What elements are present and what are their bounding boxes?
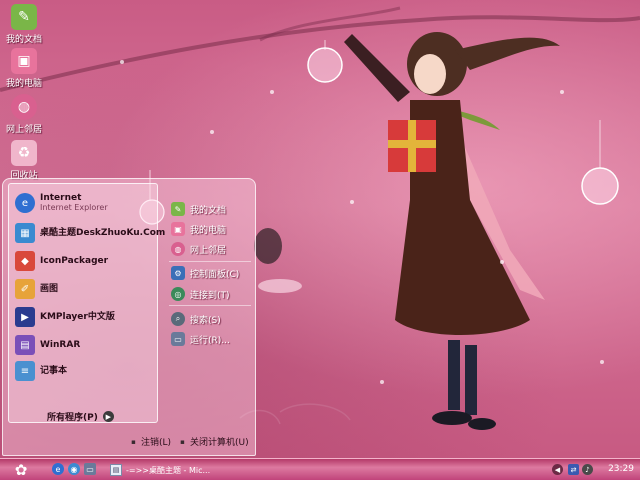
quicklaunch-desktop-icon[interactable]: ▭ — [84, 463, 96, 475]
start-button[interactable]: ✿ — [8, 460, 34, 480]
program-item-kmplayer[interactable]: ▶ KMPlayer中文版 — [15, 306, 155, 328]
taskbar-window-button[interactable]: ▤ -=>>桌酷主题 - Mic... — [110, 461, 260, 479]
connect-to-icon: ◎ — [171, 287, 185, 301]
my-documents-icon: ✎ — [11, 4, 37, 30]
network-places-icon: ◍ — [171, 242, 185, 256]
program-item-zhuoku[interactable]: ▦ 桌酷主题DeskZhuoKu.Com — [15, 222, 165, 244]
notepad-icon: ≡ — [15, 361, 35, 381]
place-label: 控制面板(C) — [190, 269, 240, 280]
run-icon: ▭ — [171, 332, 185, 346]
tray-network-icon[interactable]: ⇄ — [568, 464, 579, 475]
program-name: 记事本 — [40, 366, 68, 376]
program-name: 桌酷主题DeskZhuoKu.Com — [40, 228, 166, 238]
place-label: 我的文档 — [190, 205, 227, 216]
paint-icon: ✐ — [15, 279, 35, 299]
logoff-button[interactable]: ▪ 注销(L) — [129, 435, 172, 449]
internet-explorer-icon: e — [15, 193, 35, 213]
winrar-icon: ▤ — [15, 335, 35, 355]
program-subtitle: Internet Explorer — [40, 203, 108, 212]
place-item-search[interactable]: ⌕ 搜索(S) — [171, 311, 221, 327]
desktop-icon-my-documents[interactable]: ✎ 我的文档 — [0, 4, 48, 45]
desktop-icon-network-places[interactable]: ◍ 网上邻居 — [0, 94, 48, 135]
place-label: 网上邻居 — [190, 245, 227, 256]
system-tray: ◀ ⇄ ♪ 23:29 — [552, 460, 640, 480]
shutdown-button[interactable]: ▪ 关闭计算机(U) — [178, 435, 249, 449]
quicklaunch-browser-icon[interactable]: ◉ — [68, 463, 80, 475]
tray-volume-icon[interactable]: ♪ — [582, 464, 593, 475]
snowflake — [120, 60, 124, 64]
quicklaunch-ie-icon[interactable]: e — [52, 463, 64, 475]
place-item-my-computer[interactable]: ▣ 我的电脑 — [171, 221, 226, 237]
desktop-icon-label: 我的电脑 — [5, 79, 42, 89]
program-name: 画图 — [40, 284, 59, 294]
program-item-iconpackager[interactable]: ◆ IconPackager — [15, 250, 155, 272]
tray-collapse-icon[interactable]: ◀ — [552, 464, 563, 475]
iconpackager-icon: ◆ — [15, 251, 35, 271]
place-label: 搜索(S) — [190, 315, 221, 326]
logoff-icon: ▪ — [131, 437, 136, 446]
snowflake — [210, 130, 214, 134]
zhuoku-icon: ▦ — [15, 223, 35, 243]
recycle-bin-icon: ♻ — [11, 140, 37, 166]
network-places-icon: ◍ — [11, 94, 37, 120]
shutdown-icon: ▪ — [180, 437, 185, 446]
search-icon: ⌕ — [171, 312, 185, 326]
program-item-internet[interactable]: e Internet Internet Explorer — [15, 192, 155, 214]
shutdown-label: 关闭计算机(U) — [190, 438, 249, 448]
desktop-icon-label: 我的文档 — [5, 35, 42, 45]
place-item-network-places[interactable]: ◍ 网上邻居 — [171, 241, 226, 257]
all-programs-label: 所有程序(P) — [47, 413, 98, 423]
start-menu-footer: ▪ 注销(L) ▪ 关闭计算机(U) — [3, 429, 255, 455]
taskbar: ✿ e ◉ ▭ ▤ -=>>桌酷主题 - Mic... ◀ ⇄ ♪ 23:29 — [0, 458, 640, 480]
program-item-paint[interactable]: ✐ 画图 — [15, 278, 155, 300]
place-item-control-panel[interactable]: ⚙ 控制面板(C) — [171, 265, 239, 281]
place-item-my-documents[interactable]: ✎ 我的文档 — [171, 201, 226, 217]
snowflake — [380, 380, 384, 384]
program-item-notepad[interactable]: ≡ 记事本 — [15, 360, 155, 382]
snowflake — [270, 90, 274, 94]
snowflake — [500, 260, 504, 264]
kmplayer-icon: ▶ — [15, 307, 35, 327]
desktop-icon-recycle-bin[interactable]: ♻ 回收站 — [0, 140, 48, 181]
taskbar-window-label: -=>>桌酷主题 - Mic... — [126, 465, 211, 475]
my-computer-icon: ▣ — [11, 48, 37, 74]
start-menu: e Internet Internet Explorer ▦ 桌酷主题DeskZ… — [2, 178, 256, 456]
menu-separator — [169, 305, 251, 306]
snowflake — [600, 360, 604, 364]
control-panel-icon: ⚙ — [171, 266, 185, 280]
menu-separator — [169, 261, 251, 262]
my-documents-icon: ✎ — [171, 202, 185, 216]
program-name: WinRAR — [40, 340, 81, 350]
place-item-run[interactable]: ▭ 运行(R)... — [171, 331, 230, 347]
logoff-label: 注销(L) — [141, 438, 172, 448]
all-programs-button[interactable]: 所有程序(P) ▶ — [47, 410, 114, 423]
place-item-connect-to[interactable]: ◎ 连接到(T) — [171, 286, 230, 302]
my-computer-icon: ▣ — [171, 222, 185, 236]
program-name: KMPlayer中文版 — [40, 312, 115, 322]
snowflake — [560, 90, 564, 94]
start-flower-icon: ✿ — [14, 461, 28, 479]
program-item-winrar[interactable]: ▤ WinRAR — [15, 334, 155, 356]
place-label: 运行(R)... — [190, 335, 230, 346]
arrow-right-icon: ▶ — [102, 411, 114, 422]
place-label: 连接到(T) — [190, 290, 230, 301]
start-menu-programs-pane: e Internet Internet Explorer ▦ 桌酷主题DeskZ… — [8, 183, 165, 423]
program-name: Internet — [40, 193, 82, 203]
desktop-icon-label: 网上邻居 — [5, 125, 42, 135]
program-name: IconPackager — [40, 256, 109, 266]
place-label: 我的电脑 — [190, 225, 227, 236]
clock[interactable]: 23:29 — [608, 464, 634, 474]
desktop-icon-my-computer[interactable]: ▣ 我的电脑 — [0, 48, 48, 89]
window-icon: ▤ — [110, 464, 122, 476]
snowflake — [350, 200, 354, 204]
